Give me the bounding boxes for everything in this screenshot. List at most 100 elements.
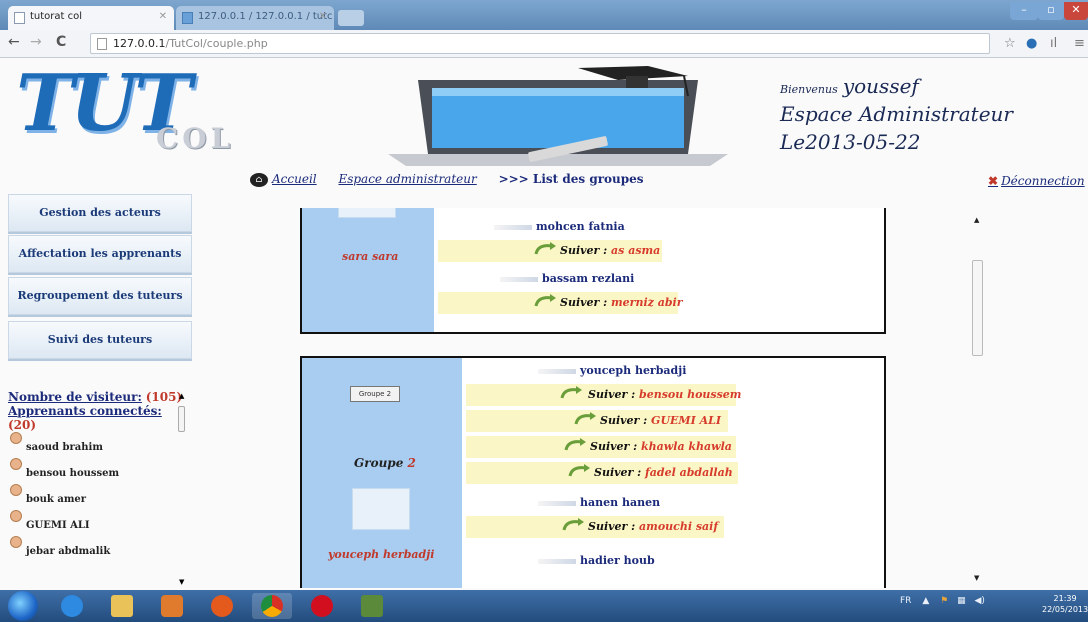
curved-arrow-icon: [562, 518, 584, 531]
start-button[interactable]: [8, 591, 38, 621]
learner-row: Suiver : amouchi saif: [466, 516, 724, 538]
group-label: Groupe: [354, 456, 404, 470]
group-button[interactable]: Groupe 2: [350, 386, 400, 402]
show-hidden-icons-icon[interactable]: ▲: [922, 596, 929, 606]
user-name: GUEMI ALI: [26, 520, 90, 531]
learner-row: Suiver : as asma: [438, 240, 662, 262]
firefox-icon[interactable]: [202, 593, 242, 619]
scroll-down-icon[interactable]: ▼: [974, 574, 979, 582]
flag-icon[interactable]: ⚑: [940, 596, 948, 606]
tutor-row: hanen hanen: [538, 496, 660, 509]
home-link[interactable]: Accueil: [272, 172, 317, 186]
space-title: Espace Administrateur: [780, 102, 1013, 126]
scroll-up-icon[interactable]: ▲: [974, 216, 979, 224]
chrome-icon[interactable]: [252, 593, 292, 619]
page-icon: [97, 38, 107, 50]
page-icon: [14, 12, 25, 24]
menu-regroupement-tuteurs[interactable]: Regroupement des tuteurs: [8, 277, 192, 315]
group-tutor-name: youceph herbadji: [328, 548, 435, 561]
suiver-label: Suiver :: [600, 414, 648, 427]
tutor-name: mohcen fatnia: [536, 220, 625, 233]
phpmyadmin-icon: [182, 12, 193, 24]
opera-icon[interactable]: [302, 593, 342, 619]
connected-user: bouk amer: [8, 484, 193, 510]
group-number: 2: [407, 456, 416, 470]
language-indicator[interactable]: FR: [900, 596, 911, 606]
curved-arrow-icon: [574, 412, 596, 425]
scroll-thumb[interactable]: [972, 260, 983, 356]
clock-date: 22/05/2013: [1042, 605, 1088, 614]
user-name: bensou houssem: [26, 468, 120, 479]
group-tutor-name: sara sara: [342, 250, 399, 263]
connected-user: GUEMI ALI: [8, 510, 193, 536]
network-icon[interactable]: ▦: [957, 596, 966, 606]
menu-icon[interactable]: ≡: [1074, 36, 1085, 51]
tutor-name: hanen hanen: [580, 496, 661, 509]
connected-user: bensou houssem: [8, 458, 193, 484]
admin-space-link[interactable]: Espace administrateur: [338, 172, 476, 186]
url-path: /TutCol/couple.php: [165, 37, 268, 50]
learner-row: Suiver : fadel abdallah: [466, 462, 738, 484]
extension-icon[interactable]: ●: [1026, 36, 1037, 51]
learner-name: bensou houssem: [639, 388, 742, 401]
wamp-icon[interactable]: [352, 593, 392, 619]
logo-subtext: COL: [156, 122, 235, 155]
group-card: sara sara mohcen fatnia Suiver : as asma…: [300, 208, 886, 334]
close-window-button[interactable]: ✕: [1064, 2, 1088, 20]
logout-x-icon: ✖: [988, 174, 999, 188]
laptop-graduation-banner: [388, 66, 728, 166]
close-tab-icon[interactable]: ✕: [159, 11, 167, 22]
tutor-name: hadier houb: [580, 554, 655, 567]
browser-tab-active[interactable]: tutorat col ✕: [8, 6, 174, 30]
breadcrumb: ⌂ Accueil Espace administrateur >>> List …: [250, 172, 644, 187]
address-bar[interactable]: 127.0.0.1/TutCol/couple.php: [90, 33, 990, 54]
learner-row: Suiver : khawla khawla: [466, 436, 736, 458]
tutor-row: mohcen fatnia: [494, 220, 625, 233]
logout-link[interactable]: ✖ Déconnection: [988, 174, 1085, 188]
star-icon[interactable]: ☆: [1004, 36, 1016, 51]
logout-label: Déconnection: [1001, 174, 1085, 188]
group-info-panel: Groupe 2 Groupe 2 youceph herbadji: [302, 358, 462, 588]
reload-icon[interactable]: C: [56, 34, 66, 50]
forward-arrow-icon[interactable]: →: [30, 34, 42, 50]
url-host: 127.0.0.1: [113, 37, 166, 50]
welcome-label: Bienvenus: [780, 83, 838, 96]
media-player-icon[interactable]: [152, 593, 192, 619]
avatar-icon: [10, 484, 22, 496]
file-explorer-icon[interactable]: [102, 593, 142, 619]
close-tab-icon[interactable]: ✕: [319, 11, 327, 22]
curved-arrow-icon: [534, 242, 556, 255]
connector-line: [538, 558, 576, 564]
scroll-up-icon[interactable]: ▲: [179, 392, 184, 400]
user-name: jebar abdmalik: [26, 546, 111, 557]
clock-time: 21:39: [1053, 594, 1077, 603]
maximize-button[interactable]: ▫: [1038, 2, 1064, 20]
suiver-label: Suiver :: [590, 440, 638, 453]
current-date: Le2013-05-22: [780, 130, 921, 154]
browser-tab[interactable]: 127.0.0.1 / 127.0.0.1 / tutc ✕: [176, 6, 334, 30]
site-logo[interactable]: TUT COL: [16, 58, 296, 164]
suiver-label: Suiver :: [588, 520, 636, 533]
tab-title: 127.0.0.1 / 127.0.0.1 / tutc: [198, 11, 333, 22]
content-scrollbar[interactable]: ▲ ▼: [970, 210, 984, 586]
new-tab-button[interactable]: [338, 10, 364, 26]
scroll-down-icon[interactable]: ▼: [179, 578, 184, 586]
home-icon[interactable]: ⌂: [250, 172, 268, 187]
volume-icon[interactable]: ◀): [974, 596, 984, 606]
menu-suivi-tuteurs[interactable]: Suivi des tuteurs: [8, 321, 192, 359]
minimize-button[interactable]: –: [1010, 2, 1038, 20]
scroll-thumb[interactable]: [178, 406, 185, 432]
back-arrow-icon[interactable]: ←: [8, 34, 20, 50]
system-clock[interactable]: 21:39 22/05/2013: [1042, 593, 1088, 615]
suiver-label: Suiver :: [594, 466, 642, 479]
user-name: saoud brahim: [26, 442, 103, 453]
system-tray: FR ▲ ⚑ ▦ ◀): [900, 596, 985, 606]
internet-explorer-icon[interactable]: [52, 593, 92, 619]
menu-affectation-apprenants[interactable]: Affectation les apprenants: [8, 235, 192, 273]
learner-row: Suiver : bensou houssem: [466, 384, 741, 406]
learner-name: as asma: [611, 244, 661, 257]
stats-scrollbar[interactable]: ▲ ▼: [177, 392, 186, 588]
connector-line: [494, 224, 532, 230]
menu-gestion-acteurs[interactable]: Gestion des acteurs: [8, 194, 192, 232]
avatar-icon: [10, 432, 22, 444]
